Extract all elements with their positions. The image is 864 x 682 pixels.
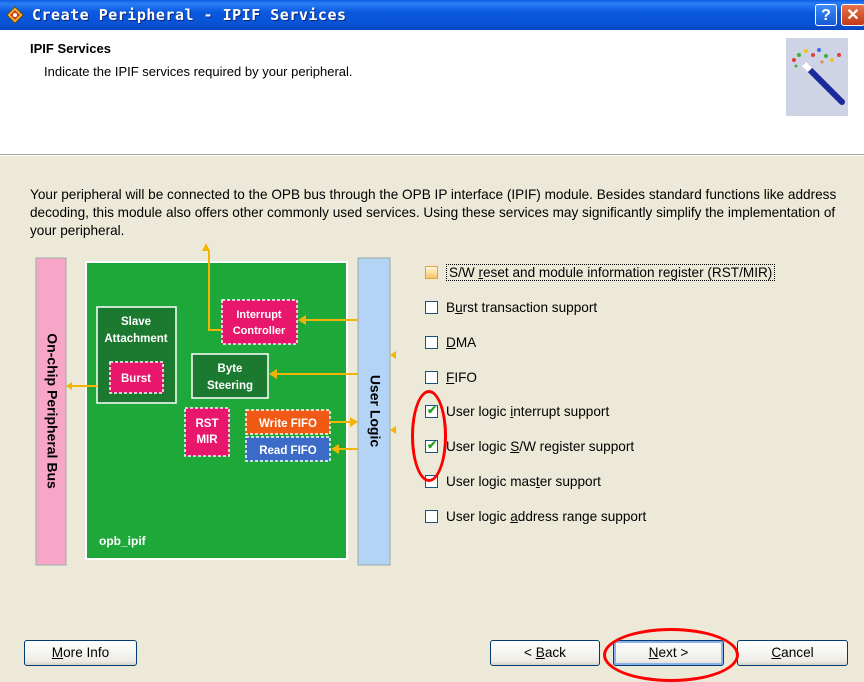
opb-ipif-label: opb_ipif — [99, 534, 147, 548]
byte-label-2: Steering — [207, 380, 253, 392]
mir-label: MIR — [196, 434, 218, 446]
user-logic-block — [357, 257, 391, 566]
byte-steering-block — [191, 353, 269, 399]
option-fifo[interactable]: FIFO — [425, 367, 477, 387]
option-dma[interactable]: DMA — [425, 332, 476, 352]
description-text: Your peripheral will be connected to the… — [30, 187, 837, 238]
wizard-wand-icon — [786, 38, 848, 116]
option-master[interactable]: User logic master support — [425, 471, 601, 491]
opb-bus-label: On-chip Peripheral Bus — [44, 333, 60, 489]
checkbox-sw_reg[interactable]: ✔ — [425, 437, 438, 453]
checkmark-icon: ✔ — [427, 402, 438, 417]
byte-label-1: Byte — [218, 363, 243, 375]
back-mnemonic: B — [535, 645, 545, 660]
checkbox-dma[interactable] — [425, 335, 438, 349]
interrupt-controller-block — [221, 299, 298, 345]
header-panel: IPIF Services Indicate the IPIF services… — [0, 30, 864, 154]
checkbox-master[interactable] — [425, 474, 438, 488]
page-subtitle: Indicate the IPIF services required by y… — [44, 64, 353, 79]
title-bar: Create Peripheral - IPIF Services ? ✕ — [0, 0, 864, 30]
more-info-label: ore Info — [63, 645, 110, 660]
more-info-mnemonic: M — [51, 645, 64, 660]
app-icon — [6, 6, 24, 24]
checkbox-rst_mir[interactable] — [425, 265, 438, 279]
checkmark-icon: ✔ — [427, 437, 438, 452]
write-fifo-label: Write FIFO — [259, 418, 317, 430]
interrupt-label-1: Interrupt — [236, 309, 282, 321]
rst-label: RST — [196, 418, 219, 430]
option-sw_reg[interactable]: ✔ User logic S/W register support — [425, 436, 634, 456]
cancel-label: ancel — [781, 645, 814, 660]
back-arrow: < — [524, 645, 536, 660]
burst-block — [109, 361, 164, 394]
next-mnemonic: N — [648, 645, 659, 660]
back-button[interactable]: < Back — [490, 640, 600, 666]
help-button[interactable]: ? — [815, 4, 837, 26]
option-label-master: User logic master support — [446, 473, 601, 489]
next-button[interactable]: Next > — [613, 640, 724, 666]
checkbox-addr_range[interactable] — [425, 509, 438, 523]
user-logic-label: User Logic — [367, 375, 383, 448]
back-label: ack — [544, 645, 566, 660]
option-label-fifo: FIFO — [446, 369, 477, 385]
option-label-addr_range: User logic address range support — [446, 508, 647, 524]
opb-bus-block — [35, 257, 67, 566]
option-label-burst: Burst transaction support — [446, 299, 598, 315]
burst-label: Burst — [121, 373, 151, 385]
slave-attachment-block — [96, 306, 177, 404]
interrupt-label-2: Controller — [233, 325, 286, 337]
opb-ipif-module — [85, 261, 348, 560]
window-title: Create Peripheral - IPIF Services — [32, 6, 347, 24]
close-button[interactable]: ✕ — [841, 4, 864, 26]
option-addr_range[interactable]: User logic address range support — [425, 506, 646, 526]
page-title: IPIF Services — [30, 41, 111, 56]
checkbox-fifo[interactable] — [425, 370, 438, 384]
option-burst[interactable]: Burst transaction support — [425, 297, 597, 317]
write-fifo-block — [245, 409, 331, 435]
read-fifo-label: Read FIFO — [259, 445, 317, 457]
option-label-dma: DMA — [446, 334, 477, 350]
option-interrupt[interactable]: ✔ User logic interrupt support — [425, 401, 609, 421]
read-fifo-block — [245, 436, 331, 462]
next-label: ext > — [658, 645, 689, 660]
option-label-sw_reg: User logic S/W register support — [446, 438, 635, 454]
cancel-mnemonic: C — [771, 645, 782, 660]
checkbox-interrupt[interactable]: ✔ — [425, 402, 438, 418]
slave-label-1: Slave — [121, 316, 151, 328]
rst-mir-block — [184, 407, 230, 457]
option-label-rst_mir: S/W reset and module information registe… — [446, 263, 776, 281]
option-label-interrupt: User logic interrupt support — [446, 403, 610, 419]
more-info-button[interactable]: More Info — [24, 640, 137, 666]
header-separator — [0, 154, 864, 156]
checkbox-burst[interactable] — [425, 300, 438, 314]
slave-label-2: Attachment — [104, 333, 167, 345]
cancel-button[interactable]: Cancel — [737, 640, 848, 666]
option-rst_mir[interactable]: S/W reset and module information registe… — [425, 262, 776, 282]
